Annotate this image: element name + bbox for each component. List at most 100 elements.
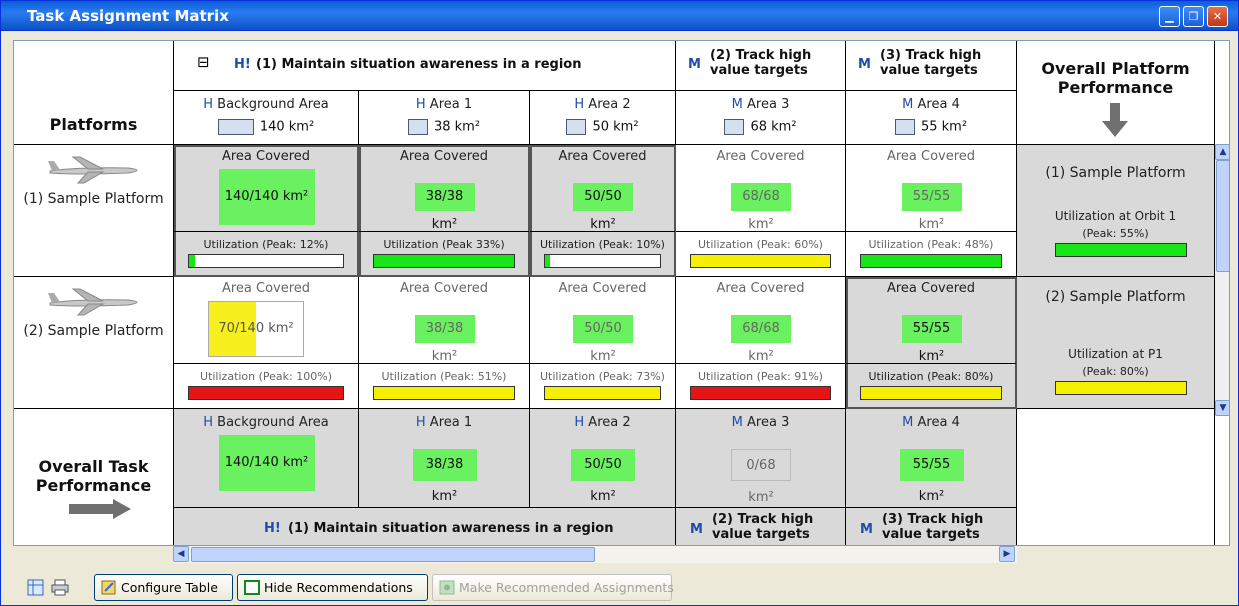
utilization-bar [544, 254, 661, 268]
scroll-up-icon[interactable]: ▲ [1215, 144, 1229, 160]
area-covered-label: Area Covered [221, 149, 311, 164]
utilization-area: Utilization (Peak: 48%) [846, 231, 1016, 276]
overall-platform-title: (2) Sample Platform [1045, 289, 1186, 305]
export-icon[interactable] [27, 579, 44, 596]
footer-task1-priority: H! [264, 521, 281, 536]
area-swatch-icon [407, 119, 428, 135]
title-bar[interactable]: Task Assignment Matrix ▁ ❐ ✕ [1, 1, 1238, 31]
task1-priority: H! [234, 57, 251, 72]
overall-area-title: H Area 2 [530, 415, 675, 430]
overall-area-priority: H [415, 415, 426, 430]
assignment-cell-1-1[interactable]: Area Covered 38/38 km² Utilization (Peak: … [359, 277, 530, 409]
utilization-area: Utilization (Peak 33%) [359, 231, 529, 276]
assignment-cell-1-3[interactable]: Area Covered 68/68 km² Utilization (Peak: … [676, 277, 846, 409]
area-covered-label: Area Covered [886, 281, 976, 296]
hide-recommendations-button[interactable]: Hide Recommendations [237, 574, 428, 601]
restore-button[interactable]: ❐ [1183, 6, 1204, 27]
overall-platform-cell-0: (1) Sample Platform Utilization at Orbit … [1017, 145, 1215, 277]
coverage-value: 55/55 km² [901, 315, 962, 364]
area-swatch-icon [894, 119, 915, 135]
minimize-button[interactable]: ▁ [1159, 6, 1180, 27]
area-header-1: H Area 1 38 km² [359, 91, 530, 145]
aircraft-icon [48, 156, 138, 184]
area-size: 55 km² [920, 119, 968, 135]
assignment-cell-0-4[interactable]: Area Covered 55/55 km² Utilization (Peak: … [846, 145, 1017, 277]
utilization-label: Utilization (Peak: 80%) [868, 370, 994, 383]
overall-area-priority: M [902, 415, 914, 430]
overall-task2-footer: M (2) Track high value targets [676, 508, 846, 545]
coverage-value: 50/50 km² [573, 315, 633, 364]
overall-util-fill [1056, 382, 1186, 394]
overall-area-name: Area 4 [917, 415, 960, 430]
utilization-fill [189, 387, 343, 399]
area-priority: H [415, 97, 426, 112]
assignment-cell-1-2[interactable]: Area Covered 50/50 km² Utilization (Peak: … [530, 277, 676, 409]
overall-area-title: H Background Area [174, 415, 358, 430]
aircraft-icon [48, 288, 138, 316]
scroll-left-icon[interactable]: ◀ [173, 546, 189, 562]
area-size-row: 68 km² [676, 119, 845, 135]
utilization-bar [373, 254, 515, 268]
platform-row-header-0[interactable]: (1) Sample Platform [14, 145, 174, 277]
overall-area-cell-4: M Area 4 55/55 km² [846, 409, 1017, 508]
area-covered-label: Area Covered [558, 281, 647, 296]
utilization-fill [691, 255, 830, 267]
overall-platform-title: (1) Sample Platform [1045, 165, 1186, 181]
task1-header: ⊟ H! (1) Maintain situation awareness in… [174, 41, 676, 91]
coverage-value: 68/68 km² [731, 183, 791, 232]
horizontal-scrollbar[interactable]: ◀ ▶ [173, 546, 1017, 563]
scroll-right-icon[interactable]: ▶ [999, 546, 1015, 562]
arrow-down-icon [1102, 103, 1128, 137]
area-header-title: M Area 3 [676, 97, 845, 112]
make-recommended-assignments-button[interactable]: Make Recommended Assignments [432, 574, 674, 601]
overall-area-title: H Area 1 [359, 415, 529, 430]
window-title: Task Assignment Matrix [27, 7, 229, 25]
vertical-scroll-thumb[interactable] [1216, 160, 1229, 272]
scroll-down-icon[interactable]: ▼ [1215, 400, 1229, 416]
overall-util-label: Utilization at P1 [1068, 347, 1163, 361]
area-name: Area 4 [917, 97, 960, 112]
utilization-label: Utilization (Peak: 100%) [200, 370, 332, 383]
configure-table-label: Configure Table [121, 580, 218, 595]
footer-task2-priority: M [690, 522, 703, 537]
overall-platform-cell-1: (2) Sample Platform Utilization at P1 (Pea… [1017, 277, 1215, 409]
area-header-title: H Area 2 [530, 97, 675, 112]
utilization-bar [373, 386, 515, 400]
close-button[interactable]: ✕ [1207, 6, 1228, 27]
area-covered-label: Area Covered [886, 149, 976, 164]
assignment-cell-1-0[interactable]: Area Covered 70/140 km² Utilization (Peak:… [174, 277, 359, 409]
utilization-bar [690, 254, 831, 268]
footer-task3-label: (3) Track high value targets [882, 512, 984, 542]
area-swatch-icon [566, 119, 587, 135]
utilization-label: Utilization (Peak: 48%) [868, 238, 994, 251]
utilization-area: Utilization (Peak: 91%) [676, 363, 845, 408]
overall-area-value: 140/140 km² [218, 435, 315, 491]
utilization-bar [860, 254, 1002, 268]
coverage-value: 68/68 km² [731, 315, 791, 364]
area-size: 140 km² [259, 119, 315, 135]
coverage-value: 50/50 km² [573, 183, 633, 232]
overall-util-fill [1056, 244, 1186, 256]
task3-label: (3) Track high value targets [880, 48, 982, 78]
area-header-2: H Area 2 50 km² [530, 91, 676, 145]
task2-header: M (2) Track high value targets [676, 41, 846, 91]
horizontal-scroll-thumb[interactable] [191, 547, 595, 562]
assignment-cell-1-4[interactable]: Area Covered 55/55 km² Utilization (Peak: … [846, 277, 1017, 409]
overall-peak-label: (Peak: 80%) [1082, 365, 1149, 378]
collapse-icon[interactable]: ⊟ [197, 53, 210, 71]
coverage-value: 38/38 km² [414, 315, 475, 364]
assignment-cell-0-3[interactable]: Area Covered 68/68 km² Utilization (Peak: … [676, 145, 846, 277]
assignment-cell-0-2[interactable]: Area Covered 50/50 km² Utilization (Peak: … [530, 145, 676, 277]
assignment-cell-0-0[interactable]: Area Covered 140/140 km² Utilization (Peak… [174, 145, 359, 277]
empty-corner-cell [1017, 409, 1215, 545]
utilization-area: Utilization (Peak: 73%) [530, 363, 675, 408]
overall-task3-footer: M (3) Track high value targets [846, 508, 1017, 545]
print-icon[interactable] [51, 579, 69, 596]
platform-row-header-1[interactable]: (2) Sample Platform [14, 277, 174, 409]
configure-table-button[interactable]: Configure Table [94, 574, 233, 601]
vertical-scrollbar[interactable]: ▲ ▼ [1215, 144, 1229, 416]
make-recommended-assignments-label: Make Recommended Assignments [459, 580, 674, 595]
area-priority: H [203, 97, 214, 112]
platforms-header: Platforms [14, 41, 174, 145]
assignment-cell-0-1[interactable]: Area Covered 38/38 km² Utilization (Peak 3… [359, 145, 530, 277]
